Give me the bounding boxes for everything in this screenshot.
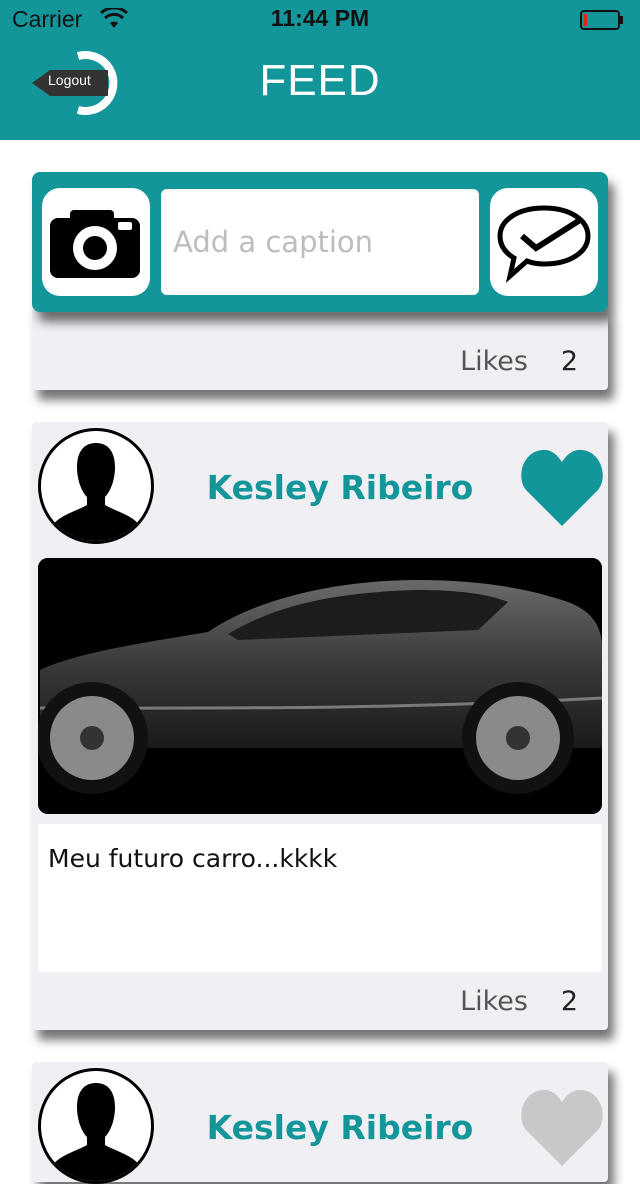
heart-icon <box>521 449 603 526</box>
clock-time: 11:44 PM <box>270 5 370 31</box>
post-card: Likes 2 <box>32 310 608 390</box>
caption-input[interactable] <box>161 189 479 295</box>
likes-label: Likes <box>460 986 528 1017</box>
camera-icon <box>50 210 140 278</box>
like-button[interactable] <box>520 446 604 528</box>
page-title: FEED <box>259 56 381 105</box>
post-card: Kesley Ribeiro Meu futuro carro...kkkk L… <box>32 422 608 1030</box>
post-composer <box>32 172 608 312</box>
post-caption: Meu futuro carro...kkkk <box>48 844 338 873</box>
navigation-bar: Carrier 11:44 PM Logout FEED <box>0 0 640 140</box>
post-card: Kesley Ribeiro <box>32 1062 608 1184</box>
avatar[interactable] <box>38 1068 154 1184</box>
like-button[interactable] <box>520 1086 604 1168</box>
post-image[interactable] <box>38 558 602 814</box>
post-caption-box: Meu futuro carro...kkkk <box>38 824 602 972</box>
send-checkmark-icon <box>497 205 591 283</box>
post-author: Kesley Ribeiro <box>206 1108 474 1147</box>
avatar-silhouette-icon <box>51 1083 141 1181</box>
battery-icon <box>580 10 623 30</box>
avatar-silhouette-icon <box>51 443 141 541</box>
send-button[interactable] <box>490 188 598 296</box>
car-photo <box>38 558 602 814</box>
likes-count: 2 <box>560 346 578 377</box>
post-author: Kesley Ribeiro <box>206 468 474 507</box>
likes-label: Likes <box>460 346 528 377</box>
likes-count: 2 <box>560 986 578 1017</box>
heart-icon <box>521 1089 603 1166</box>
camera-button[interactable] <box>42 188 150 296</box>
avatar[interactable] <box>38 428 154 544</box>
